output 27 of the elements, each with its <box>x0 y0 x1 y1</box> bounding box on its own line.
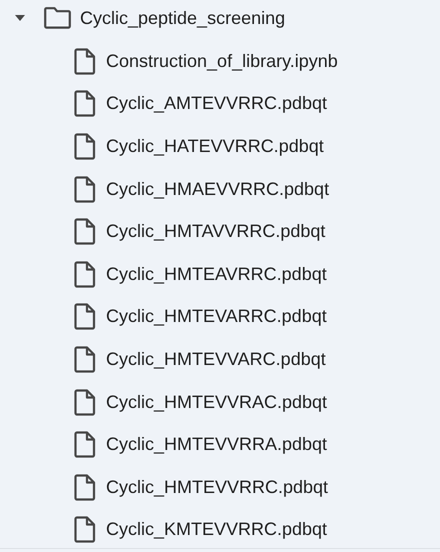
file-name[interactable]: Cyclic_KMTEVVRRC.pdbqt <box>106 519 328 540</box>
file-name[interactable]: Cyclic_HMTEVARRC.pdbqt <box>106 306 327 328</box>
file-icon <box>74 516 96 544</box>
file-icon <box>74 474 96 501</box>
file-icon <box>74 431 96 458</box>
folder-icon <box>44 7 71 29</box>
file-icon <box>74 260 96 288</box>
file-name[interactable]: Cyclic_HMTEVVARC.pdbqt <box>106 348 326 370</box>
file-icon <box>74 176 96 203</box>
file-name[interactable]: Cyclic_HATEVVRRC.pdbqt <box>106 136 324 157</box>
file-name[interactable]: Cyclic_HMAEVVRRC.pdbqt <box>106 178 330 200</box>
file-icon <box>74 48 96 75</box>
file-name[interactable]: Cyclic_HMTEVVRRC.pdbqt <box>106 476 328 498</box>
file-icon <box>74 90 96 118</box>
caret-icon[interactable] <box>14 14 26 22</box>
file-icon <box>74 218 96 246</box>
file-name[interactable]: Construction_of_library.ipynb <box>106 50 338 72</box>
file-name[interactable]: Cyclic_AMTEVVRRC.pdbqt <box>106 93 328 114</box>
file-name[interactable]: Cyclic_HMTAVVRRC.pdbqt <box>106 221 326 242</box>
file-icon <box>74 346 96 373</box>
file-icon <box>74 303 96 330</box>
folder-name[interactable]: Cyclic_peptide_screening <box>80 8 286 28</box>
file-icon <box>74 132 96 160</box>
file-name[interactable]: Cyclic_HMTEVVRRA.pdbqt <box>106 434 328 456</box>
file-name[interactable]: Cyclic_HMTEAVRRC.pdbqt <box>106 264 327 285</box>
file-name[interactable]: Cyclic_HMTEVVRAC.pdbqt <box>106 392 328 413</box>
file-icon <box>74 388 96 416</box>
